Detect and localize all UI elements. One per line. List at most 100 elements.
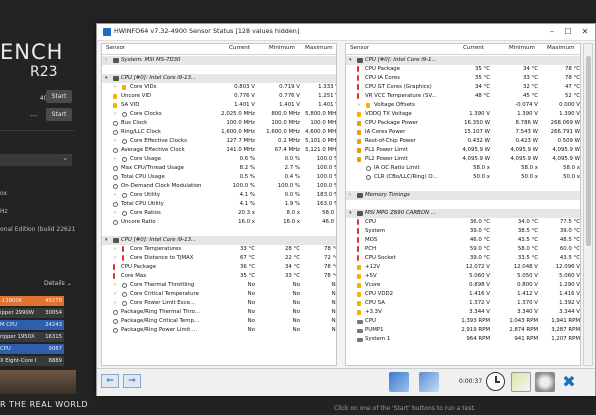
sensor-row[interactable]: CPU SA 1.372 V 1.370 V 1.392 V	[346, 299, 580, 308]
column-minimum[interactable]: Minimum	[269, 45, 295, 51]
expand-icon[interactable]: ›	[114, 191, 116, 200]
sensor-row[interactable]: Uncore VID 0.776 V 0.776 V 1.251 V	[102, 92, 336, 101]
vertical-scrollbar[interactable]	[583, 43, 593, 366]
expand-icon[interactable]: ›	[114, 299, 116, 308]
sensor-row[interactable]: › Core Usage 0.6 % 0.0 % 100.0 %	[102, 155, 336, 164]
sensor-group-header[interactable]: › System: MSI MS-7D30	[102, 56, 336, 65]
sensor-row[interactable]: CPU Package 35 °C 34 °C 78 °C	[346, 65, 580, 74]
sensor-row[interactable]: › Voltage Offsets -0.074 V 0.000 V	[346, 101, 580, 110]
sensor-row[interactable]: Max CPU/Thread Usage 8.2 % 2.7 % 100.0 %	[102, 164, 336, 173]
sensor-row[interactable]: Total CPU Usage 0.5 % 0.4 % 100.0 %	[102, 173, 336, 182]
sensor-row[interactable]: Package/Ring Power Limit ... No No No	[102, 326, 336, 335]
network-icon[interactable]	[389, 372, 409, 392]
sensor-row[interactable]: › Core Temperatures 33 °C 28 °C 78 °C	[102, 245, 336, 254]
sensor-row[interactable]: PUMP1 2,919 RPM 2,874 RPM 3,287 RPM	[346, 326, 580, 335]
sensor-row[interactable]: › Core Distance to TjMAX 67 °C 22 °C 72 °C	[102, 254, 336, 263]
sensor-row[interactable]: CLR (CBo/LLC/Ring) O... 50.0 x 50.0 x 50.0 …	[346, 173, 580, 182]
sensor-row[interactable]: IA Cores Power 15.107 W 7.543 W 266.791 W	[346, 128, 580, 137]
start-button-multi[interactable]: Start	[46, 90, 72, 103]
sensor-row[interactable]: Package/Ring Thermal Thro... No No No	[102, 308, 336, 317]
clock-icon[interactable]	[486, 372, 505, 391]
sensor-row[interactable]: › Core Thermal Throttling No No No	[102, 281, 336, 290]
column-maximum[interactable]: Maximum	[305, 45, 333, 51]
sensor-row[interactable]: On-Demand Clock Modulation 100.0 % 100.0 %…	[102, 182, 336, 191]
sensor-row[interactable]: › Core Effective Clocks 127.7 MHz 0.2 MHz 5,…	[102, 137, 336, 146]
details-dropdown[interactable]: Details ⌄	[44, 280, 72, 287]
column-current[interactable]: Current	[463, 45, 484, 51]
sensor-row[interactable]: › Core Clocks 2,025.0 MHz 800.0 MHz 5,800.0 …	[102, 110, 336, 119]
sensor-row[interactable]: › Core Critical Temperature No No No	[102, 290, 336, 299]
collapse-icon[interactable]: ▾	[105, 236, 108, 245]
sensor-row[interactable]: CPU Socket 39.0 °C 33.5 °C 43.5 °C	[346, 254, 580, 263]
sensor-row[interactable]: +5V 5.060 V 5.050 V 5.060 V	[346, 272, 580, 281]
sensor-pane-right[interactable]: Sensor Current Minimum Maximum ▾ CPU [#0]…	[345, 43, 581, 366]
expand-icon[interactable]: ›	[114, 290, 116, 299]
sensor-row[interactable]: › Core Utility 4.1 % 0.0 % 183.0 %	[102, 191, 336, 200]
sensor-row[interactable]: Vcore 0.898 V 0.800 V 1.290 V	[346, 281, 580, 290]
maximize-button[interactable]: ☐	[561, 26, 575, 38]
sensor-row[interactable]: System 1 964 RPM 941 RPM 1,207 RPM	[346, 335, 580, 344]
sensor-row[interactable]: Package/Ring Critical Temp... No No No	[102, 317, 336, 326]
column-minimum[interactable]: Minimum	[509, 45, 535, 51]
system-dropdown[interactable]: ⌄	[0, 154, 72, 166]
expand-icon[interactable]: ›	[105, 56, 107, 65]
sensor-row[interactable]: IA OC Ratio Limit 58.0 x 58.0 x 58.0 x	[346, 164, 580, 173]
sensor-row[interactable]: Rest-of-Chip Power 0.432 W 0.423 W 0.509 W	[346, 137, 580, 146]
sensor-row[interactable]: SA VID 1.401 V 1.401 V 1.401 V	[102, 101, 336, 110]
sensor-row[interactable]: CPU 1,393 RPM 1,043 RPM 1,941 RPM	[346, 317, 580, 326]
next-arrow-button[interactable]: ⇒	[123, 374, 141, 388]
sensor-group-header[interactable]: ▾ CPU [#0]: Intel Core i9-1...	[346, 56, 580, 65]
sensor-row[interactable]: Core Max 35 °C 33 °C 78 °C	[102, 272, 336, 281]
sensor-row[interactable]: Average Effective Clock 141.0 MHz 67.4 MHz…	[102, 146, 336, 155]
close-icon[interactable]: ✖	[559, 372, 579, 392]
expand-icon[interactable]: ›	[114, 281, 116, 290]
prev-arrow-button[interactable]: ⇐	[101, 374, 119, 388]
sensor-row[interactable]: Ring/LLC Clock 1,600.0 MHz 1,600.0 MHz 4,60…	[102, 128, 336, 137]
expand-icon[interactable]: ›	[114, 155, 116, 164]
expand-icon[interactable]: ›	[349, 191, 351, 200]
expand-icon[interactable]: ›	[114, 209, 116, 218]
minimize-button[interactable]: –	[545, 26, 559, 38]
expand-icon[interactable]: ›	[114, 245, 116, 254]
sensor-row[interactable]: PCH 59.0 °C 58.0 °C 60.0 °C	[346, 245, 580, 254]
sensor-group-header[interactable]: ▾ CPU [#0]: Intel Core i9-13...	[102, 236, 336, 245]
sensor-group-header[interactable]: ▾ CPU [#0]: Intel Core i9-13...	[102, 74, 336, 83]
column-current[interactable]: Current	[229, 45, 250, 51]
expand-icon[interactable]: ›	[114, 110, 116, 119]
sensor-row[interactable]: VR VCC Temperature (SV... 48 °C 45 °C 52 °C	[346, 92, 580, 101]
sensor-row[interactable]: CPU GT Cores (Graphics) 34 °C 32 °C 47 °C	[346, 83, 580, 92]
close-button[interactable]: ✕	[578, 26, 592, 38]
collapse-icon[interactable]: ▾	[105, 74, 108, 83]
start-button-single[interactable]: Start	[46, 108, 72, 121]
expand-icon[interactable]: ›	[114, 254, 116, 263]
log-icon[interactable]	[511, 372, 531, 392]
column-maximum[interactable]: Maximum	[547, 45, 575, 51]
sensor-row[interactable]: CPU Package 36 °C 34 °C 78 °C	[102, 263, 336, 272]
sensor-row[interactable]: Total CPU Utility 4.1 % 1.9 % 163.0 %	[102, 200, 336, 209]
sensor-row[interactable]: CPU VDD2 1.416 V 1.412 V 1.416 V	[346, 290, 580, 299]
collapse-icon[interactable]: ▾	[349, 209, 352, 218]
sensor-row[interactable]: Bus Clock 100.0 MHz 100.0 MHz 100.0 MHz	[102, 119, 336, 128]
sensor-group-header[interactable]: ▾ MSI MPG Z690 CARBON ...	[346, 209, 580, 218]
sensor-row[interactable]: CPU Package Power 16.350 W 8.786 W 268.069 …	[346, 119, 580, 128]
gear-icon[interactable]	[535, 372, 555, 392]
scrollbar-thumb[interactable]	[586, 56, 591, 246]
sensor-group-header[interactable]: › Memory Timings	[346, 191, 580, 200]
title-bar[interactable]: HWiNFO64 v7.32-4900 Sensor Status [128 v…	[97, 24, 595, 41]
expand-icon[interactable]: ›	[114, 83, 116, 92]
sensor-row[interactable]: CPU IA Cores 35 °C 33 °C 78 °C	[346, 74, 580, 83]
sensor-row[interactable]: PL1 Power Limit 4,095.9 W 4,095.9 W 4,095.9…	[346, 146, 580, 155]
sensor-pane-left[interactable]: Sensor Current Minimum Maximum › System: …	[101, 43, 337, 366]
column-header[interactable]: Sensor Current Minimum Maximum	[346, 44, 580, 55]
sensor-row[interactable]: VDDQ TX Voltage 1.390 V 1.390 V 1.390 V	[346, 110, 580, 119]
sensor-row[interactable]: System 39.0 °C 38.5 °C 39.0 °C	[346, 227, 580, 236]
sensor-row[interactable]: Uncore Ratio 16.0 x 16.0 x 46.0 x	[102, 218, 336, 227]
expand-icon[interactable]: ›	[114, 137, 116, 146]
column-sensor[interactable]: Sensor	[350, 45, 369, 51]
sensor-row[interactable]: › Core VIDs 0.803 V 0.719 V 1.333 V	[102, 83, 336, 92]
sensor-row[interactable]: PL2 Power Limit 4,095.9 W 4,095.9 W 4,095.9…	[346, 155, 580, 164]
column-sensor[interactable]: Sensor	[106, 45, 125, 51]
sensor-row[interactable]: +12V 12.072 V 12.048 V 12.096 V	[346, 263, 580, 272]
collapse-icon[interactable]: ▾	[349, 56, 352, 65]
sensor-row[interactable]: › Core Ratios 20.3 x 8.0 x 58.0 x	[102, 209, 336, 218]
